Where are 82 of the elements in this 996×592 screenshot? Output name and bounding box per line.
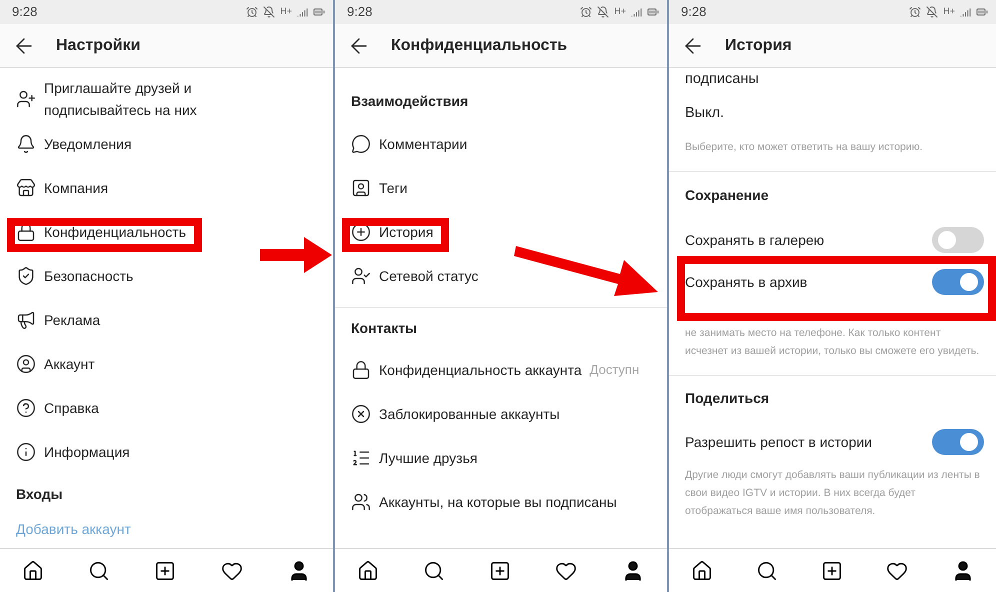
battery-icon [647,6,659,18]
toggle-label: Разрешить репост в истории [685,432,872,452]
section-heading: Взаимодействия [351,92,468,111]
toggle-switch[interactable] [932,269,984,295]
network-type: H+ [280,5,292,18]
menu-item[interactable]: Комментарии [379,133,468,155]
battery-icon [976,6,988,18]
tag-person-icon [351,178,371,198]
menu-item[interactable]: Безопасность [44,265,134,287]
toggle-row[interactable]: Сохранять в архив [677,256,996,321]
menu-item[interactable]: Компания [44,177,108,199]
person-circle-icon [16,354,36,374]
setting-value: подписаны [685,70,759,90]
home-icon[interactable] [357,560,379,582]
menu-item[interactable]: Конфиденциальность аккаунта [379,359,582,381]
signal-icon [960,6,971,18]
bell-off-icon [597,6,610,18]
home-icon[interactable] [22,560,44,582]
status-time: 9:28 [347,3,372,22]
section-heading: Контакты [351,318,418,338]
menu-item[interactable]: Лучшие друзья [379,447,478,469]
add-person-icon [16,89,36,109]
search-icon[interactable] [423,560,445,582]
add-post-icon[interactable] [820,560,842,582]
section-heading: Сохранение [685,186,769,205]
network-type: H+ [614,5,626,18]
pointer-arrow [260,237,332,273]
speech-bubble-icon [351,134,371,154]
setting-value: Выкл. [685,104,724,124]
add-post-icon[interactable] [154,560,176,582]
info-icon [16,442,36,462]
network-type: H+ [943,5,955,18]
search-icon[interactable] [88,560,110,582]
bell-icon [16,134,36,154]
menu-item[interactable]: Аккаунты, на которые вы подписаны [379,491,617,513]
signal-icon [297,6,308,18]
shop-icon [16,178,36,198]
search-icon[interactable] [756,560,778,582]
menu-item[interactable]: Уведомления [44,133,132,155]
menu-item[interactable]: Информация [44,441,130,463]
signal-icon [631,6,642,18]
section-heading: Поделиться [685,388,770,408]
item-value: Доступн [590,361,640,380]
person-check-icon [351,266,371,286]
menu-item[interactable]: Реклама [44,309,100,331]
screen-title: Настройки [56,36,140,56]
alarm-icon [909,6,922,18]
battery-icon [313,6,325,18]
megaphone-icon [16,310,36,330]
menu-item[interactable]: Теги [379,177,408,199]
menu-item[interactable]: Приглашайте друзей и подписывайтесь на них [44,77,234,121]
menu-item[interactable]: Справка [44,397,99,419]
menu-item[interactable]: Заблокированные аккаунты [379,403,560,425]
menu-item[interactable]: Аккаунт [44,353,95,375]
status-time: 9:28 [12,3,38,22]
menu-item[interactable]: История [379,221,434,243]
help-icon [16,398,36,418]
bell-off-icon [926,6,938,18]
toggle-label: Сохранять в архив [685,272,808,292]
hint-text: не занимать место на телефоне. Как только контент исчезнет из вашей истории, только вы сможете его увидеть. [685,326,980,359]
toggle-switch[interactable] [932,227,984,253]
alarm-icon [246,6,258,18]
list-icon [351,448,371,468]
screen-title: Конфиденциальность [391,36,568,56]
toggle-switch[interactable] [932,429,984,455]
screen-title: История [725,36,792,56]
toggle-label: Сохранять в галерею [685,230,824,250]
lock-icon [351,360,371,380]
add-post-icon[interactable] [489,560,511,582]
bell-off-icon [263,6,276,18]
status-time: 9:28 [681,3,706,22]
hint-text: Выберите, кто может ответить на вашу историю. [685,140,923,155]
hint-text: Другие люди смогут добавлять ваши публикации из ленты в свои видео IGTV и истории. В них всегда будет отображаться ваше имя пользователя. [685,468,980,519]
cross-circle-icon [351,404,371,424]
section-heading: Входы [16,484,63,504]
menu-item[interactable]: Сетевой статус [379,265,478,287]
toggle-row[interactable]: Разрешить репост в истории [669,420,996,464]
people-icon [351,492,371,512]
shield-icon [16,266,36,286]
alarm-icon [580,6,592,18]
home-icon[interactable] [690,560,712,582]
menu-item[interactable]: Конфиденциальность [44,221,186,243]
